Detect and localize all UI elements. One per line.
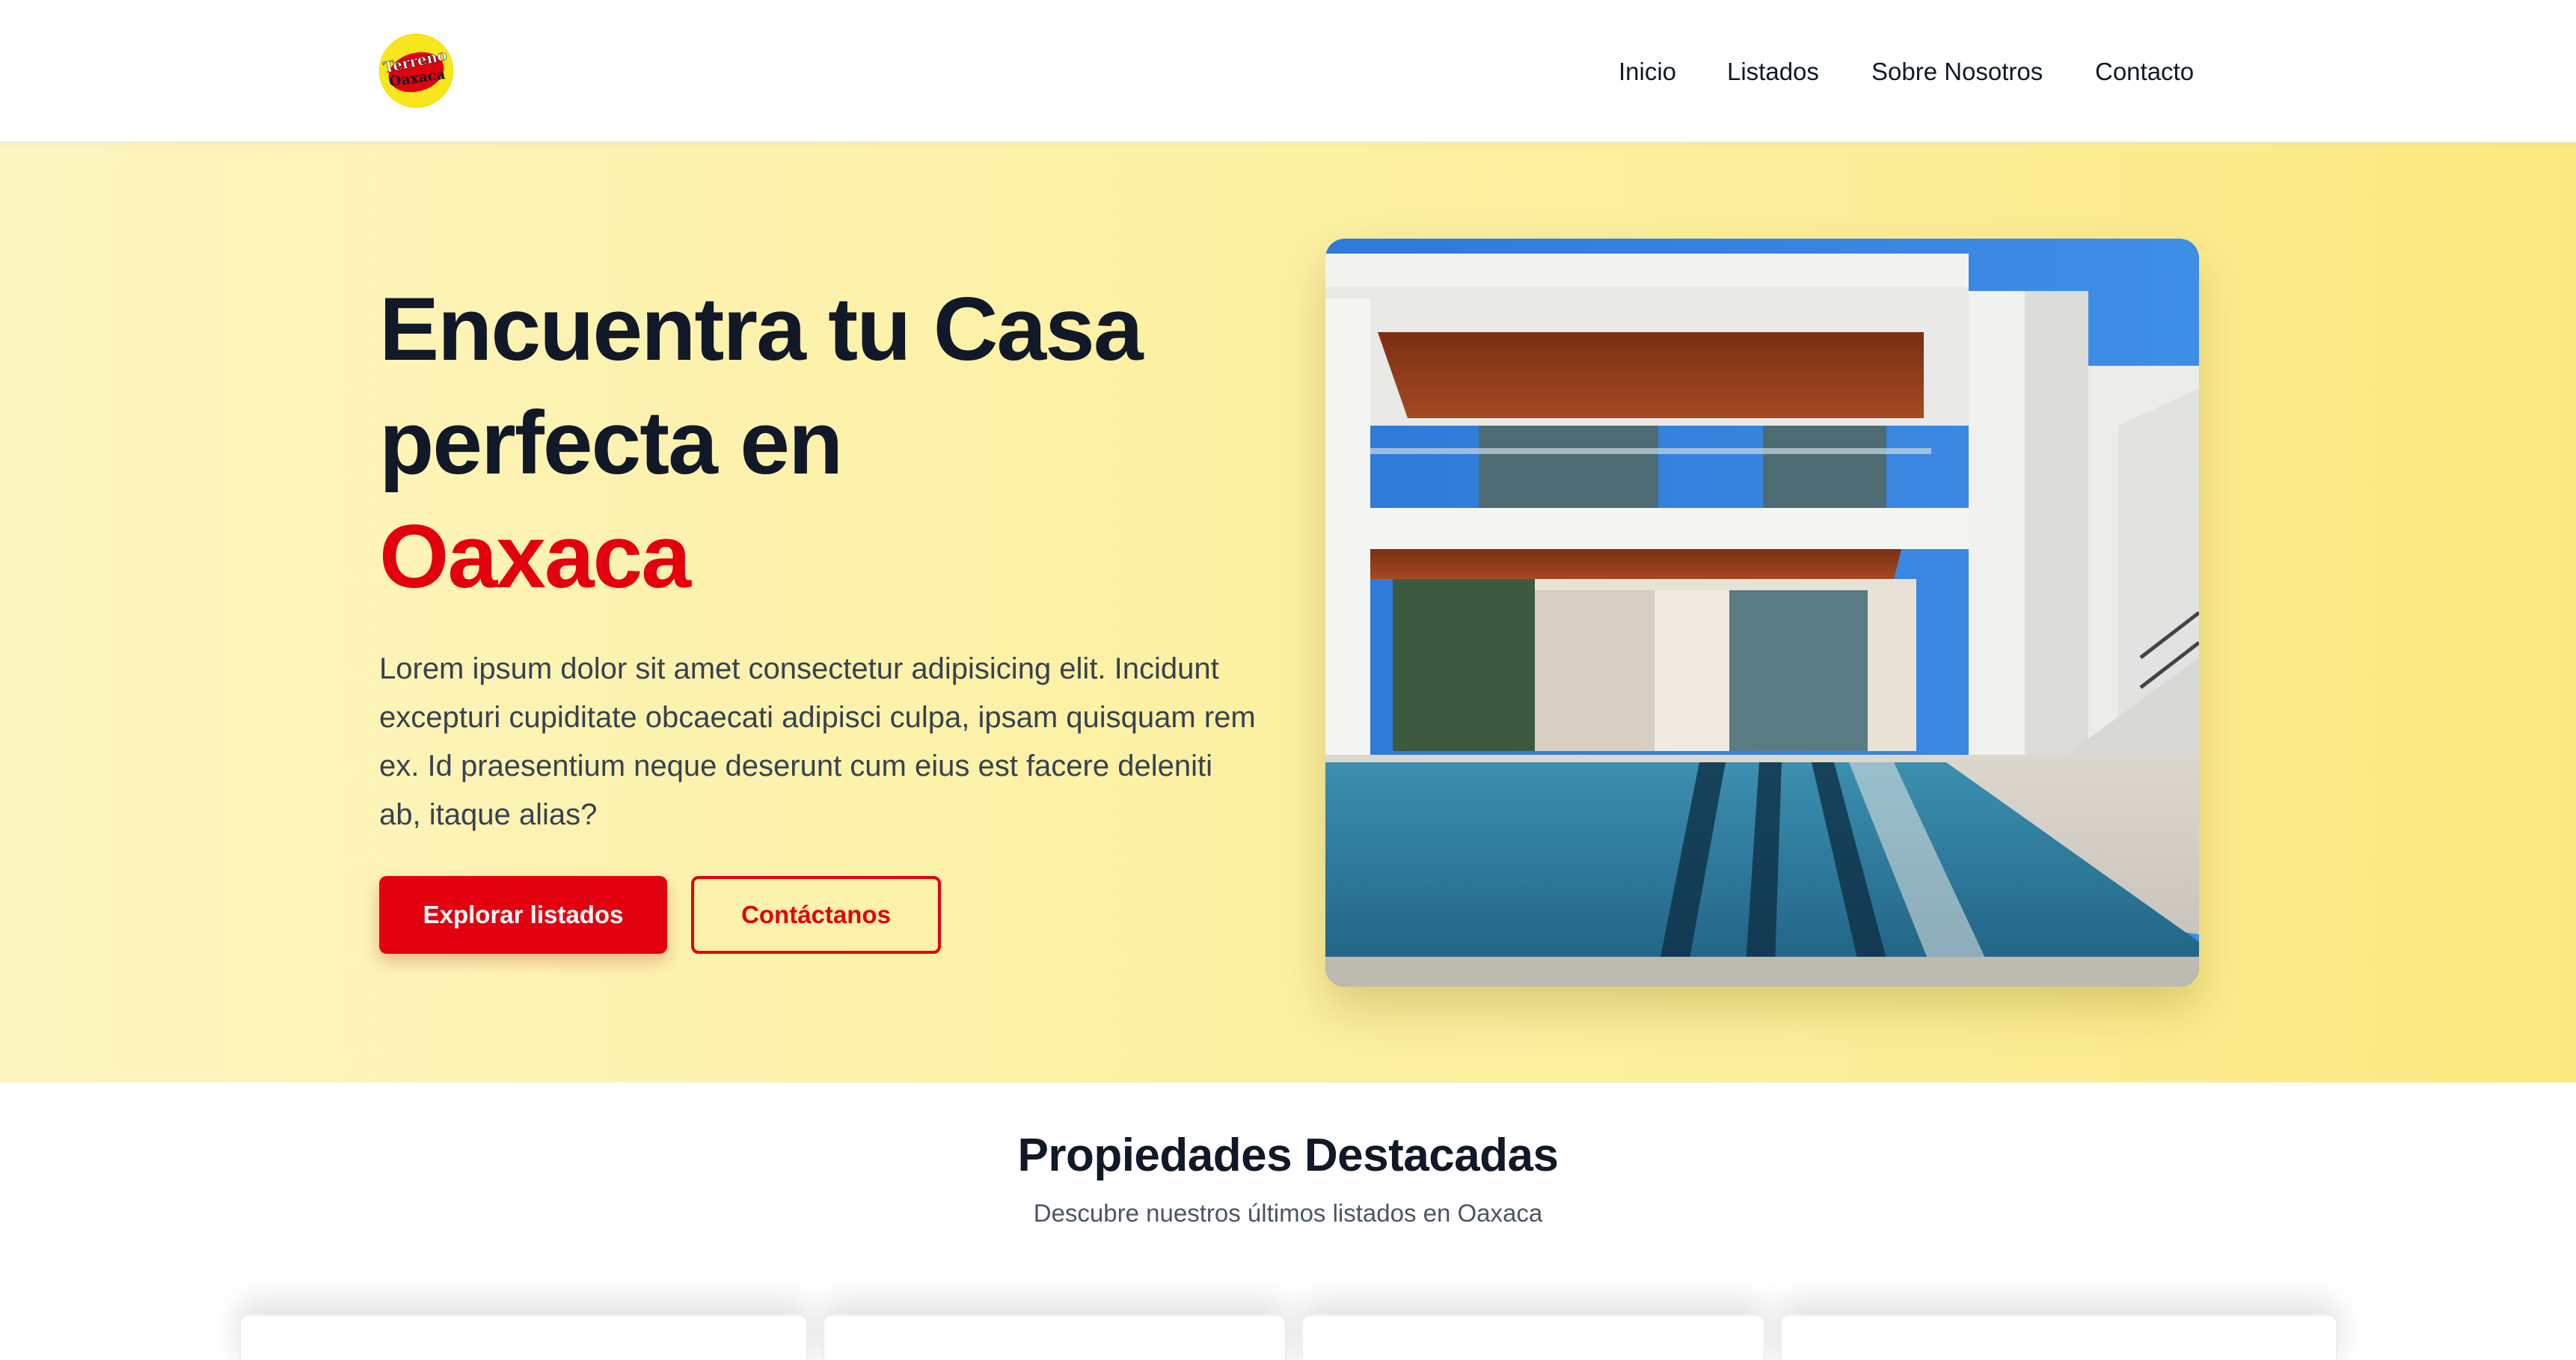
property-cards-row — [239, 1314, 2337, 1360]
house-pool-illustration — [1325, 239, 2199, 987]
contact-us-button[interactable]: Contáctanos — [691, 876, 941, 954]
hero-title-line2: perfecta en — [379, 393, 843, 493]
main-menu: Inicio Listados Sobre Nosotros Contacto — [0, 0, 2576, 143]
hero-house-image — [1325, 239, 2199, 987]
nav-link-listados[interactable]: Listados — [1727, 55, 1819, 88]
nav-link-inicio[interactable]: Inicio — [1619, 55, 1676, 88]
property-card[interactable] — [1301, 1314, 1765, 1360]
featured-properties-section: Propiedades Destacadas Descubre nuestros… — [0, 1082, 2576, 1360]
nav-link-contacto[interactable]: Contacto — [2095, 55, 2194, 88]
featured-title: Propiedades Destacadas — [1017, 1130, 1559, 1181]
property-card[interactable] — [239, 1314, 808, 1360]
top-navbar: Terreno Oaxaca Inicio Listados Sobre Nos… — [0, 0, 2576, 143]
hero-section: Encuentra tu Casa perfecta en Oaxaca Lor… — [0, 143, 2576, 1082]
hero-title: Encuentra tu Casa perfecta en Oaxaca — [379, 272, 1277, 613]
property-card[interactable] — [823, 1314, 1287, 1360]
explore-listings-button[interactable]: Explorar listados — [379, 876, 667, 954]
nav-link-sobre-nosotros[interactable]: Sobre Nosotros — [1871, 55, 2043, 88]
hero-description: Lorem ipsum dolor sit amet consectetur a… — [379, 652, 1256, 831]
hero-title-accent: Oaxaca — [379, 506, 691, 607]
hero-title-line1: Encuentra tu Casa — [379, 279, 1144, 379]
featured-subtitle: Descubre nuestros últimos listados en Oa… — [1033, 1199, 1543, 1227]
property-card[interactable] — [1780, 1314, 2337, 1360]
